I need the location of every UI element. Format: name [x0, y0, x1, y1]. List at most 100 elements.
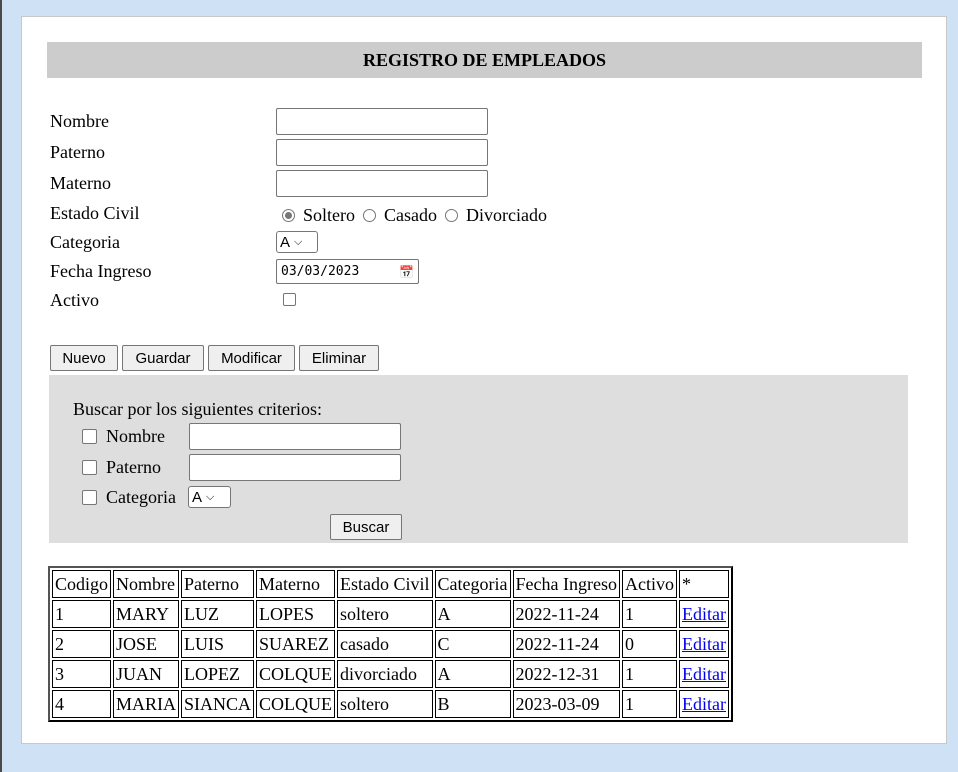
- estado-civil-label: Estado Civil: [50, 203, 140, 223]
- cell-nombre: JUAN: [113, 660, 180, 688]
- search-categoria-select[interactable]: A ⌵: [188, 486, 231, 508]
- calendar-icon[interactable]: 📅: [399, 265, 414, 279]
- search-nombre-label: Nombre: [106, 426, 165, 446]
- employees-table: Codigo Nombre Paterno Materno Estado Civ…: [48, 566, 733, 722]
- buscar-button[interactable]: Buscar: [330, 514, 402, 540]
- materno-label: Materno: [50, 173, 111, 193]
- cell-nombre: MARIA: [113, 690, 180, 718]
- nombre-label: Nombre: [50, 111, 109, 131]
- search-categoria-value: A: [192, 488, 203, 506]
- header-materno: Materno: [256, 570, 336, 598]
- search-nombre-checkbox[interactable]: [82, 429, 97, 444]
- table-row: 1 MARY LUZ LOPES soltero A 2022-11-24 1 …: [52, 600, 729, 628]
- editar-link[interactable]: Editar: [682, 604, 726, 624]
- cell-codigo: 4: [52, 690, 112, 718]
- editar-link[interactable]: Editar: [682, 664, 726, 684]
- eliminar-button[interactable]: Eliminar: [299, 345, 379, 371]
- categoria-select-value: A: [280, 233, 291, 251]
- cell-actions: Editar: [679, 690, 729, 718]
- cell-categoria: A: [434, 660, 511, 688]
- search-categoria-checkbox[interactable]: [82, 490, 97, 505]
- cell-activo: 0: [622, 630, 677, 658]
- radio-casado[interactable]: [363, 208, 376, 222]
- fecha-ingreso-input[interactable]: 03/03/2023 📅: [276, 259, 419, 284]
- header-actions: *: [679, 570, 729, 598]
- page-title: REGISTRO DE EMPLEADOS: [47, 42, 922, 78]
- nuevo-button[interactable]: Nuevo: [50, 345, 118, 371]
- header-estado-civil: Estado Civil: [337, 570, 433, 598]
- cell-categoria: C: [434, 630, 511, 658]
- cell-actions: Editar: [679, 630, 729, 658]
- cell-categoria: A: [434, 600, 511, 628]
- fecha-ingreso-label: Fecha Ingreso: [50, 261, 152, 281]
- paterno-label: Paterno: [50, 142, 105, 162]
- activo-checkbox[interactable]: [283, 293, 296, 306]
- cell-fecha-ingreso: 2023-03-09: [512, 690, 620, 718]
- categoria-label: Categoria: [50, 232, 120, 252]
- cell-codigo: 2: [52, 630, 112, 658]
- chevron-down-icon: ⌵: [206, 490, 215, 503]
- search-paterno-checkbox[interactable]: [82, 460, 97, 475]
- cell-estado-civil: soltero: [337, 690, 433, 718]
- editar-link[interactable]: Editar: [682, 634, 726, 654]
- cell-fecha-ingreso: 2022-12-31: [512, 660, 620, 688]
- header-categoria: Categoria: [434, 570, 511, 598]
- table-header-row: Codigo Nombre Paterno Materno Estado Civ…: [52, 570, 729, 598]
- cell-materno: COLQUE: [256, 690, 336, 718]
- cell-materno: LOPES: [256, 600, 336, 628]
- search-nombre-input[interactable]: [189, 423, 401, 450]
- cell-nombre: MARY: [113, 600, 180, 628]
- header-nombre: Nombre: [113, 570, 180, 598]
- table-row: 3 JUAN LOPEZ COLQUE divorciado A 2022-12…: [52, 660, 729, 688]
- search-paterno-label: Paterno: [106, 457, 161, 477]
- cell-codigo: 1: [52, 600, 112, 628]
- table-row: 2 JOSE LUIS SUAREZ casado C 2022-11-24 0…: [52, 630, 729, 658]
- search-paterno-input[interactable]: [189, 454, 401, 481]
- cell-materno: SUAREZ: [256, 630, 336, 658]
- radio-soltero[interactable]: [282, 208, 295, 222]
- editar-link[interactable]: Editar: [682, 694, 726, 714]
- search-categoria-label: Categoria: [106, 487, 176, 507]
- radio-divorciado-label: Divorciado: [466, 204, 547, 225]
- cell-nombre: JOSE: [113, 630, 180, 658]
- cell-fecha-ingreso: 2022-11-24: [512, 600, 620, 628]
- table-row: 4 MARIA SIANCA COLQUE soltero B 2023-03-…: [52, 690, 729, 718]
- cell-paterno: LOPEZ: [181, 660, 255, 688]
- fecha-ingreso-value: 03/03/2023: [281, 264, 360, 279]
- header-codigo: Codigo: [52, 570, 112, 598]
- cell-actions: Editar: [679, 600, 729, 628]
- cell-actions: Editar: [679, 660, 729, 688]
- cell-materno: COLQUE: [256, 660, 336, 688]
- cell-estado-civil: divorciado: [337, 660, 433, 688]
- cell-paterno: SIANCA: [181, 690, 255, 718]
- categoria-select[interactable]: A ⌵: [276, 231, 318, 253]
- radio-divorciado[interactable]: [445, 208, 458, 222]
- activo-label: Activo: [50, 290, 99, 310]
- nombre-input[interactable]: [276, 108, 488, 135]
- search-heading: Buscar por los siguientes criterios:: [73, 399, 322, 419]
- header-fecha-ingreso: Fecha Ingreso: [512, 570, 620, 598]
- search-panel: Buscar por los siguientes criterios: Nom…: [49, 375, 908, 543]
- main-card: REGISTRO DE EMPLEADOS Nombre Paterno Mat…: [21, 16, 947, 744]
- guardar-button[interactable]: Guardar: [122, 345, 204, 371]
- paterno-input[interactable]: [276, 139, 488, 166]
- cell-paterno: LUZ: [181, 600, 255, 628]
- cell-estado-civil: casado: [337, 630, 433, 658]
- header-activo: Activo: [622, 570, 677, 598]
- cell-activo: 1: [622, 660, 677, 688]
- cell-fecha-ingreso: 2022-11-24: [512, 630, 620, 658]
- cell-activo: 1: [622, 690, 677, 718]
- estado-civil-radio-group: Soltero Casado Divorciado: [282, 204, 555, 226]
- cell-estado-civil: soltero: [337, 600, 433, 628]
- radio-casado-label: Casado: [384, 204, 437, 225]
- modificar-button[interactable]: Modificar: [208, 345, 295, 371]
- header-paterno: Paterno: [181, 570, 255, 598]
- cell-paterno: LUIS: [181, 630, 255, 658]
- cell-codigo: 3: [52, 660, 112, 688]
- chevron-down-icon: ⌵: [294, 235, 303, 248]
- cell-activo: 1: [622, 600, 677, 628]
- window-edge: [0, 0, 2, 772]
- materno-input[interactable]: [276, 170, 488, 197]
- radio-soltero-label: Soltero: [303, 204, 355, 225]
- cell-categoria: B: [434, 690, 511, 718]
